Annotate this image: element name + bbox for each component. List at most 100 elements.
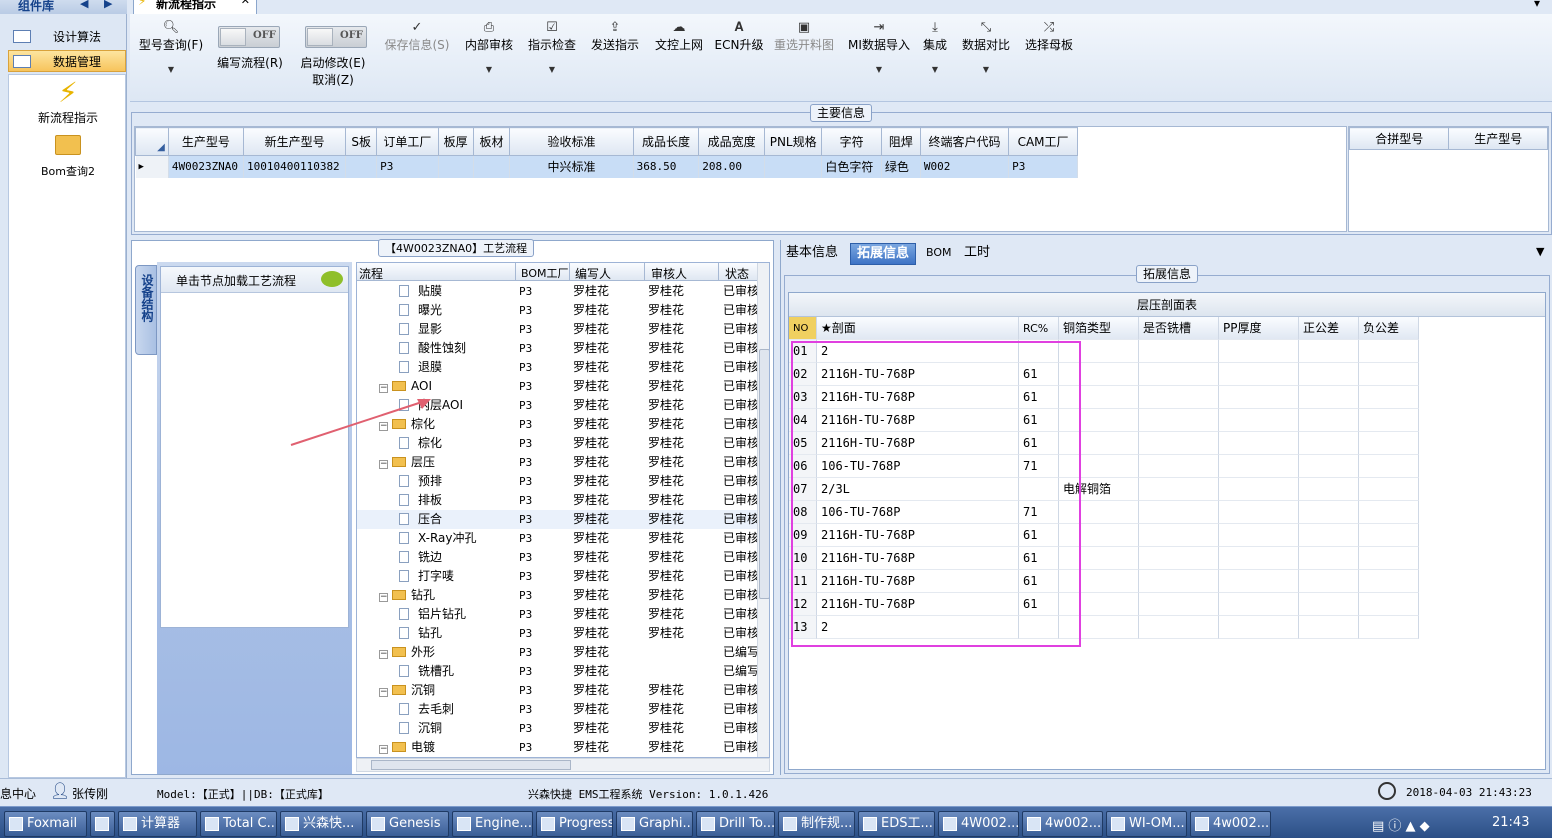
collapse-icon[interactable]: − xyxy=(379,688,388,697)
taskbar-button[interactable]: 4W002... xyxy=(938,811,1019,837)
cell[interactable] xyxy=(1219,501,1299,524)
cell[interactable] xyxy=(345,155,378,178)
cell[interactable] xyxy=(1219,386,1299,409)
save-info-button[interactable]: ✓ 保存信息(S) xyxy=(382,20,452,53)
cell[interactable] xyxy=(1219,478,1299,501)
col-header[interactable]: 是否铣槽 xyxy=(1139,317,1219,340)
cell[interactable] xyxy=(1299,409,1359,432)
tree-row[interactable]: − 沉铜 P3 罗桂花 罗桂花 已审核 xyxy=(357,681,757,700)
cell[interactable] xyxy=(1139,501,1219,524)
tree-row[interactable]: 压合 P3 罗桂花 罗桂花 已审核 xyxy=(357,510,757,529)
cell[interactable]: 绿色 xyxy=(881,155,921,178)
col-header[interactable]: ★剖面 xyxy=(817,317,1019,340)
cell[interactable] xyxy=(1139,409,1219,432)
col-header[interactable]: 合拼型号 xyxy=(1348,127,1450,150)
taskbar-button[interactable]: EDS工... xyxy=(858,811,935,837)
cell[interactable] xyxy=(1359,570,1419,593)
data-compare-button[interactable]: ⤡ 数据对比 ▼ xyxy=(960,20,1012,74)
col-header[interactable]: NO xyxy=(789,317,817,340)
tree-row[interactable]: X-Ray冲孔 P3 罗桂花 罗桂花 已审核 xyxy=(357,529,757,548)
cell[interactable] xyxy=(1139,570,1219,593)
tree-row[interactable]: − 电镀 P3 罗桂花 罗桂花 已审核 xyxy=(357,738,757,757)
row-selector-icon[interactable]: ▶ xyxy=(135,155,169,178)
vertical-scrollbar[interactable] xyxy=(757,263,769,757)
cell[interactable]: 368.50 xyxy=(633,155,700,178)
col-header[interactable]: 负公差 xyxy=(1359,317,1419,340)
cell[interactable] xyxy=(1219,593,1299,616)
cell[interactable] xyxy=(1359,432,1419,455)
taskbar-button[interactable]: 兴森快... xyxy=(280,811,363,837)
tree-row[interactable]: 贴膜 P3 罗桂花 罗桂花 已审核 xyxy=(357,282,757,301)
col-header[interactable]: PP厚度 xyxy=(1219,317,1299,340)
cell[interactable] xyxy=(1139,524,1219,547)
cell[interactable] xyxy=(1299,501,1359,524)
cell[interactable] xyxy=(1359,616,1419,639)
col-header[interactable]: RC% xyxy=(1019,317,1059,340)
upload-doc-button[interactable]: ☁ 文控上网 xyxy=(652,20,706,53)
table-row[interactable]: ▶ 4W0023ZNA0 10010400110382 P3 中兴标准 368.… xyxy=(135,155,1078,178)
close-icon[interactable]: ✕ xyxy=(241,0,250,6)
cell[interactable] xyxy=(764,155,823,178)
taskbar-button[interactable]: 计算器 xyxy=(118,811,197,837)
cell[interactable] xyxy=(1359,386,1419,409)
cell[interactable] xyxy=(1359,524,1419,547)
col-header[interactable]: 成品宽度 xyxy=(698,127,765,156)
mi-import-button[interactable]: ⇥ MI数据导入 ▼ xyxy=(846,20,912,74)
cell[interactable]: 中兴标准 xyxy=(509,155,634,178)
taskbar-button[interactable]: WI-OM... xyxy=(1106,811,1187,837)
col-header[interactable]: 生产型号 xyxy=(167,127,244,156)
tree-row[interactable]: − 层压 P3 罗桂花 罗桂花 已审核 xyxy=(357,453,757,472)
message-center-link[interactable]: 息中心 xyxy=(0,785,36,802)
tree-row[interactable]: 显影 P3 罗桂花 罗桂花 已审核 xyxy=(357,320,757,339)
tree-row[interactable]: 铣边 P3 罗桂花 罗桂花 已审核 xyxy=(357,548,757,567)
col-header[interactable]: 编写人 xyxy=(569,263,611,281)
collapse-icon[interactable]: − xyxy=(379,593,388,602)
cell[interactable] xyxy=(1139,478,1219,501)
pin-icon[interactable]: ▶ xyxy=(104,0,112,10)
tree-row[interactable]: 退膜 P3 罗桂花 罗桂花 已审核 xyxy=(357,358,757,377)
col-header[interactable]: BOM工厂 xyxy=(515,263,569,281)
cell[interactable] xyxy=(1359,409,1419,432)
tree-row[interactable]: 排板 P3 罗桂花 罗桂花 已审核 xyxy=(357,491,757,510)
taskbar-button[interactable]: Genesis xyxy=(366,811,449,837)
cell[interactable] xyxy=(1139,593,1219,616)
instruction-check-button[interactable]: ☑ 指示检查 ▼ xyxy=(525,20,579,74)
send-instruction-button[interactable]: ⇪ 发送指示 xyxy=(588,20,642,53)
chevron-down-icon[interactable]: ▾ xyxy=(1534,0,1540,10)
horizontal-scrollbar[interactable] xyxy=(356,758,770,772)
cell[interactable]: P3 xyxy=(376,155,439,178)
taskbar-button[interactable]: Drill To... xyxy=(696,811,775,837)
tree-row[interactable]: 铝片钻孔 P3 罗桂花 罗桂花 已审核 xyxy=(357,605,757,624)
col-header[interactable]: PNL规格 xyxy=(763,127,823,156)
taskbar-button[interactable]: Graphi... xyxy=(616,811,693,837)
select-master-button[interactable]: ⤮ 选择母板 xyxy=(1023,20,1075,53)
col-header[interactable]: 审核人 xyxy=(644,263,687,281)
integrate-button[interactable]: ⤓ 集成 ▼ xyxy=(920,20,950,74)
tree-row[interactable]: 钻孔 P3 罗桂花 罗桂花 已审核 xyxy=(357,624,757,643)
bom-query-item[interactable]: Bom查询2 xyxy=(9,135,127,179)
cell[interactable] xyxy=(1359,478,1419,501)
cell[interactable] xyxy=(473,155,511,178)
tree-row[interactable]: − 钻孔 P3 罗桂花 罗桂花 已审核 xyxy=(357,586,757,605)
cell[interactable] xyxy=(1219,455,1299,478)
cancel-button[interactable]: 取消(Z) xyxy=(298,71,368,88)
col-header[interactable]: 板材 xyxy=(472,127,511,156)
col-header[interactable]: 正公差 xyxy=(1299,317,1359,340)
taskbar-button[interactable]: Engine... xyxy=(452,811,533,837)
tab-new-flow-instruction[interactable]: ⚡ 新流程指示 ✕ xyxy=(133,0,257,15)
reselect-cutting-button[interactable]: ▣ 重选开料图 xyxy=(772,20,836,53)
cell[interactable] xyxy=(1299,455,1359,478)
col-header[interactable]: 状态 xyxy=(718,263,749,281)
cell[interactable] xyxy=(1139,432,1219,455)
cell[interactable] xyxy=(1359,340,1419,363)
tab-extended-info[interactable]: 拓展信息 xyxy=(850,243,917,265)
tree-row[interactable]: 铣槽孔 P3 罗桂花 已编写 xyxy=(357,662,757,681)
cell[interactable] xyxy=(1299,363,1359,386)
cell[interactable]: P3 xyxy=(1008,155,1078,178)
cell[interactable] xyxy=(1139,340,1219,363)
load-hint-text[interactable]: 单击节点加载工艺流程 xyxy=(176,272,296,289)
cell[interactable] xyxy=(1219,432,1299,455)
col-header[interactable]: 新生产型号 xyxy=(242,127,347,156)
chevron-down-icon[interactable]: ▼ xyxy=(1536,245,1544,258)
cell[interactable] xyxy=(1139,363,1219,386)
